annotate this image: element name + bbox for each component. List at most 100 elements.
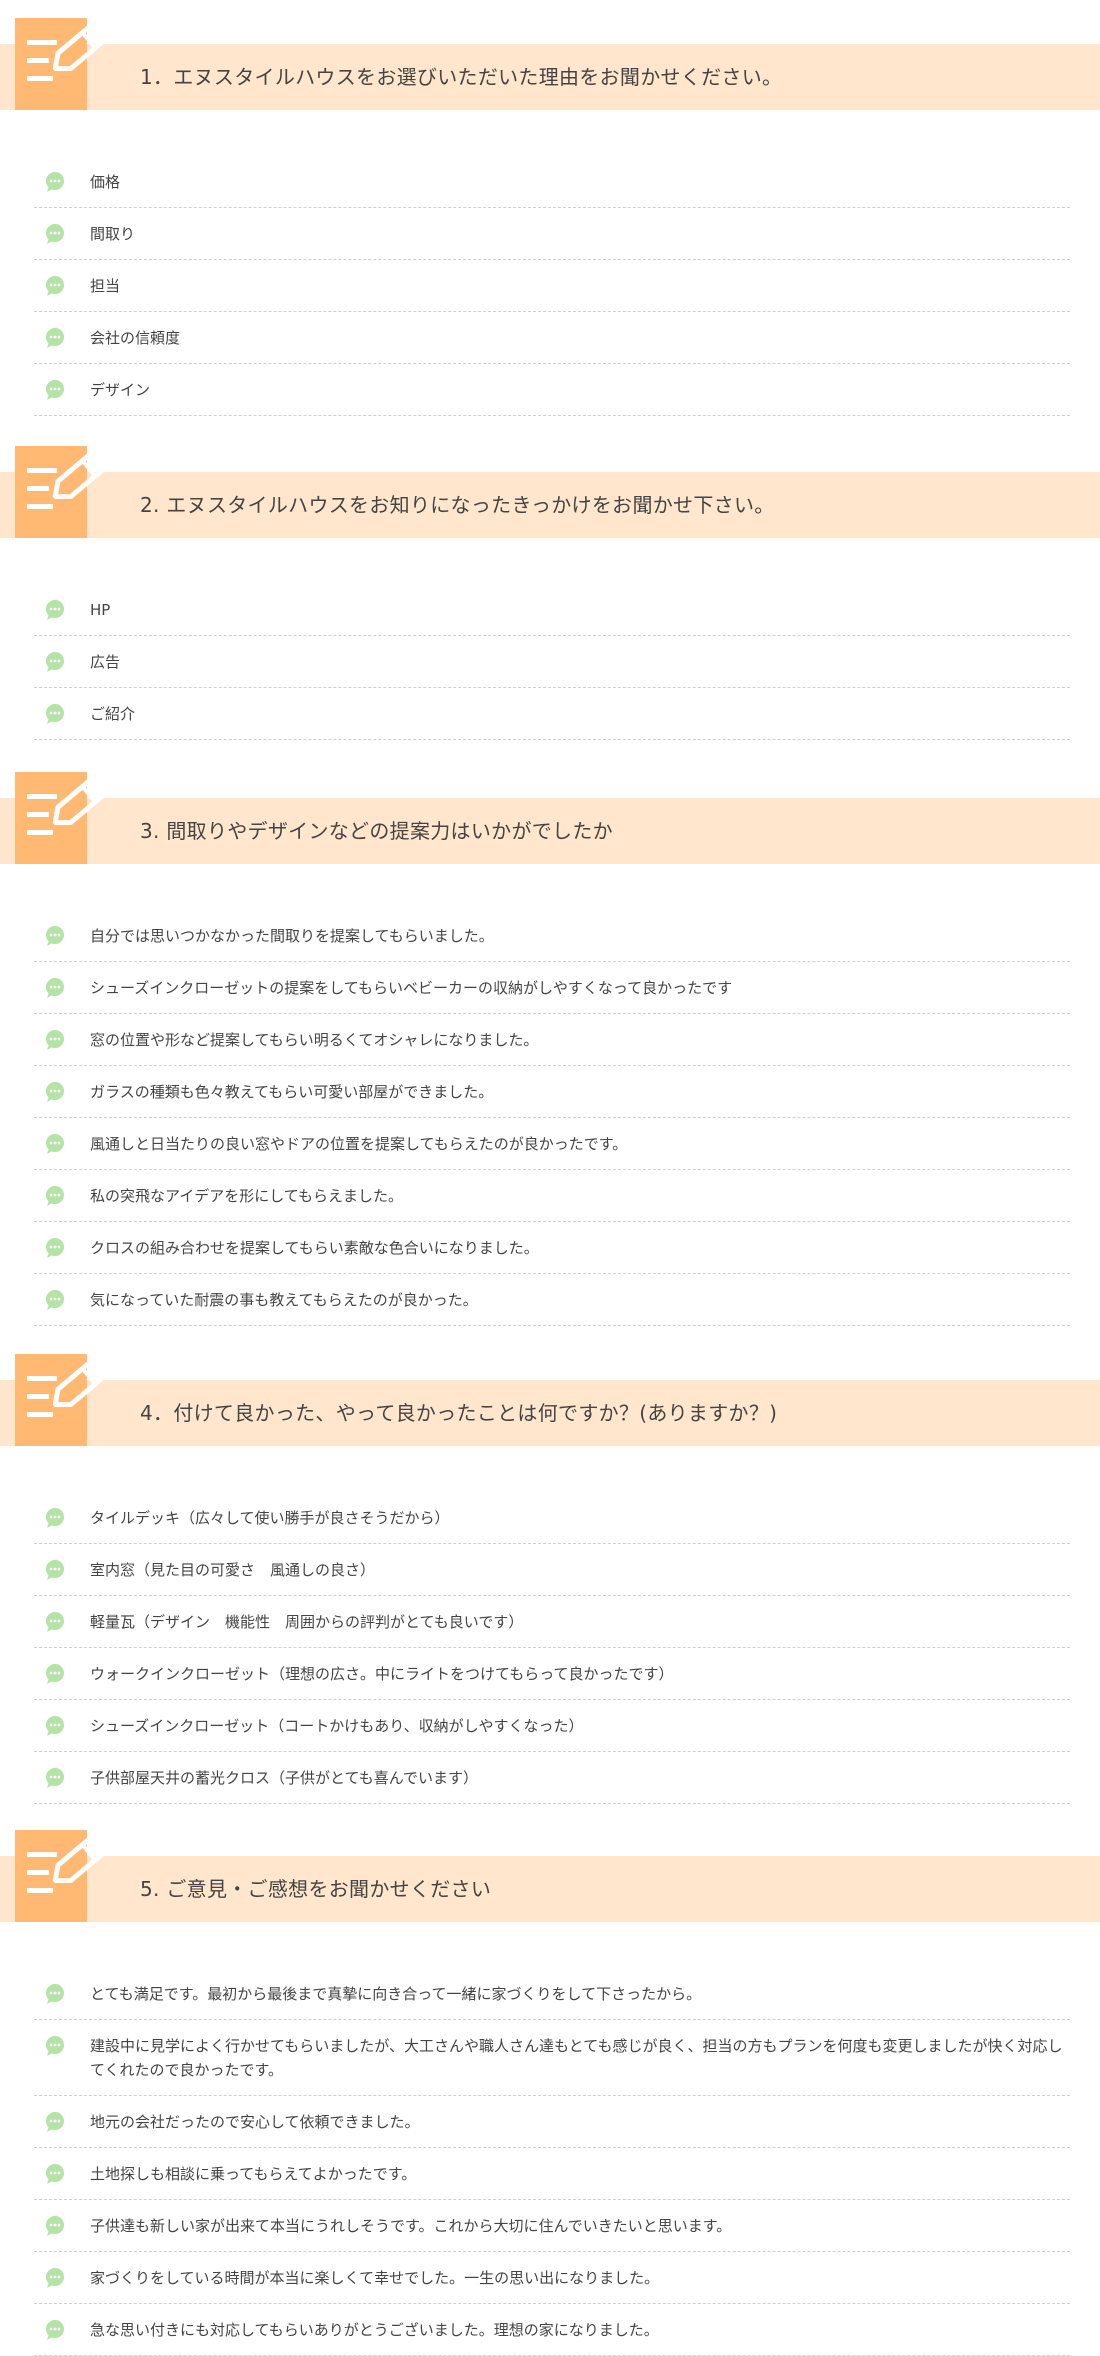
answer-text: ウォークインクローゼット（理想の広さ。中にライトをつけてもらって良かったです） xyxy=(90,1665,674,1683)
memo-pencil-icon xyxy=(15,18,108,110)
answer-item: 地元の会社だったので安心して依頼できました。 xyxy=(34,2096,1070,2148)
answer-item: 価格 xyxy=(34,156,1070,208)
speech-bubble-icon xyxy=(46,926,64,946)
speech-bubble-icon xyxy=(46,1560,64,1580)
speech-bubble-icon xyxy=(46,1984,64,2004)
speech-bubble-icon xyxy=(46,2320,64,2340)
speech-bubble-icon xyxy=(46,1186,64,1206)
speech-bubble-icon xyxy=(46,276,64,296)
answer-item: 子供部屋天井の蓄光クロス（子供がとても喜んでいます） xyxy=(34,1752,1070,1804)
answer-text: 風通しと日当たりの良い窓やドアの位置を提案してもらえたのが良かったです。 xyxy=(90,1135,628,1153)
speech-bubble-icon xyxy=(46,1082,64,1102)
speech-bubble-icon xyxy=(46,1290,64,1310)
answer-list: タイルデッキ（広々して使い勝手が良さそうだから） 室内窓（見た目の可愛さ 風通し… xyxy=(34,1492,1070,1804)
answer-list: 自分では思いつかなかった間取りを提案してもらいました。 シューズインクローゼット… xyxy=(34,910,1070,1326)
answer-list: とても満足です。最初から最後まで真摯に向き合って一緒に家づくりをして下さったから… xyxy=(34,1968,1070,2356)
answer-text: 間取り xyxy=(90,225,136,243)
memo-pencil-icon xyxy=(15,772,108,864)
answer-item: クロスの組み合わせを提案してもらい素敵な色合いになりました。 xyxy=(34,1222,1070,1274)
answer-item: 会社の信頼度 xyxy=(34,312,1070,364)
answer-item: ご紹介 xyxy=(34,688,1070,740)
answer-text: ご紹介 xyxy=(90,705,136,723)
answer-item: 担当 xyxy=(34,260,1070,312)
answer-item: 軽量瓦（デザイン 機能性 周囲からの評判がとても良いです） xyxy=(34,1596,1070,1648)
answer-item: 窓の位置や形など提案してもらい明るくてオシャレになりました。 xyxy=(34,1014,1070,1066)
question-header: 2. エヌスタイルハウスをお知りになったきっかけをお聞かせ下さい。 xyxy=(0,446,1100,542)
speech-bubble-icon xyxy=(46,1768,64,1788)
question-title: 1．エヌスタイルハウスをお選びいただいた理由をお聞かせください。 xyxy=(140,65,783,89)
speech-bubble-icon xyxy=(46,978,64,998)
speech-bubble-icon xyxy=(46,1664,64,1684)
answer-text: 私の突飛なアイデアを形にしてもらえました。 xyxy=(90,1187,404,1205)
answer-text: 地元の会社だったので安心して依頼できました。 xyxy=(90,2113,420,2131)
answer-item: 自分では思いつかなかった間取りを提案してもらいました。 xyxy=(34,910,1070,962)
answer-text: 軽量瓦（デザイン 機能性 周囲からの評判がとても良いです） xyxy=(90,1613,524,1631)
answer-item: とても満足です。最初から最後まで真摯に向き合って一緒に家づくりをして下さったから… xyxy=(34,1968,1070,2020)
question-header: 5. ご意見・ご感想をお聞かせください xyxy=(0,1830,1100,1926)
speech-bubble-icon xyxy=(46,652,64,672)
speech-bubble-icon xyxy=(46,2268,64,2288)
answer-text: タイルデッキ（広々して使い勝手が良さそうだから） xyxy=(90,1509,450,1527)
memo-pencil-icon xyxy=(15,1830,108,1922)
question-title: 5. ご意見・ご感想をお聞かせください xyxy=(140,1877,492,1901)
answer-text: デザイン xyxy=(90,381,151,399)
answer-item: 建設中に見学によく行かせてもらいましたが、大工さんや職人さん達もとても感じが良く… xyxy=(34,2020,1070,2096)
speech-bubble-icon xyxy=(46,2036,64,2056)
answer-text: 窓の位置や形など提案してもらい明るくてオシャレになりました。 xyxy=(90,1031,539,1049)
answer-item: 家づくりをしている時間が本当に楽しくて幸せでした。一生の思い出になりました。 xyxy=(34,2252,1070,2304)
question-header: 4．付けて良かった、やって良かったことは何ですか？(ありますか？) xyxy=(0,1354,1100,1450)
speech-bubble-icon xyxy=(46,172,64,192)
answer-item: 風通しと日当たりの良い窓やドアの位置を提案してもらえたのが良かったです。 xyxy=(34,1118,1070,1170)
answer-text: シューズインクローゼットの提案をしてもらいベビーカーの収納がしやすくなって良かっ… xyxy=(90,979,733,997)
answer-text: ガラスの種類も色々教えてもらい可愛い部屋ができました。 xyxy=(90,1083,494,1101)
answer-text: 自分では思いつかなかった間取りを提案してもらいました。 xyxy=(90,927,494,945)
speech-bubble-icon xyxy=(46,1716,64,1736)
answer-item: 広告 xyxy=(34,636,1070,688)
answer-item: 私の突飛なアイデアを形にしてもらえました。 xyxy=(34,1170,1070,1222)
answer-item: 土地探しも相談に乗ってもらえてよかったです。 xyxy=(34,2148,1070,2200)
answer-text: クロスの組み合わせを提案してもらい素敵な色合いになりました。 xyxy=(90,1239,539,1257)
speech-bubble-icon xyxy=(46,2112,64,2132)
answer-text: 家づくりをしている時間が本当に楽しくて幸せでした。一生の思い出になりました。 xyxy=(90,2269,660,2287)
survey-section: 2. エヌスタイルハウスをお知りになったきっかけをお聞かせ下さい。 HP 広告 xyxy=(0,446,1100,740)
answer-text: 担当 xyxy=(90,277,121,295)
speech-bubble-icon xyxy=(46,600,64,620)
question-header: 3. 間取りやデザインなどの提案力はいかがでしたか xyxy=(0,772,1100,868)
answer-item: シューズインクローゼットの提案をしてもらいベビーカーの収納がしやすくなって良かっ… xyxy=(34,962,1070,1014)
answer-text: 子供達も新しい家が出来て本当にうれしそうです。これから大切に住んでいきたいと思い… xyxy=(90,2217,732,2235)
speech-bubble-icon xyxy=(46,1238,64,1258)
speech-bubble-icon xyxy=(46,2216,64,2236)
question-title: 4．付けて良かった、やって良かったことは何ですか？(ありますか？) xyxy=(140,1401,778,1425)
answer-list: 価格 間取り 担当 会社の信頼度 デザイン xyxy=(34,156,1070,416)
speech-bubble-icon xyxy=(46,704,64,724)
answer-item: 間取り xyxy=(34,208,1070,260)
speech-bubble-icon xyxy=(46,1134,64,1154)
answer-item: 気になっていた耐震の事も教えてもらえたのが良かった。 xyxy=(34,1274,1070,1326)
speech-bubble-icon xyxy=(46,328,64,348)
answer-text: 子供部屋天井の蓄光クロス（子供がとても喜んでいます） xyxy=(90,1769,479,1787)
answer-item: HP xyxy=(34,584,1070,636)
speech-bubble-icon xyxy=(46,2164,64,2184)
answer-text: HP xyxy=(90,601,111,619)
answer-item: デザイン xyxy=(34,364,1070,416)
survey-section: 5. ご意見・ご感想をお聞かせください とても満足です。最初から最後まで真摯に向… xyxy=(0,1830,1100,2356)
answer-item: 急な思い付きにも対応してもらいありがとうございました。理想の家になりました。 xyxy=(34,2304,1070,2356)
answer-text: とても満足です。最初から最後まで真摯に向き合って一緒に家づくりをして下さったから… xyxy=(90,1985,702,2003)
answer-text: 広告 xyxy=(90,653,121,671)
question-title: 3. 間取りやデザインなどの提案力はいかがでしたか xyxy=(140,819,613,843)
speech-bubble-icon xyxy=(46,1508,64,1528)
speech-bubble-icon xyxy=(46,380,64,400)
answer-text: シューズインクローゼット（コートかけもあり、収納がしやすくなった） xyxy=(90,1717,584,1735)
answer-item: ガラスの種類も色々教えてもらい可愛い部屋ができました。 xyxy=(34,1066,1070,1118)
answer-item: ウォークインクローゼット（理想の広さ。中にライトをつけてもらって良かったです） xyxy=(34,1648,1070,1700)
answer-list: HP 広告 ご紹介 xyxy=(34,584,1070,740)
answer-item: タイルデッキ（広々して使い勝手が良さそうだから） xyxy=(34,1492,1070,1544)
answer-text: 室内窓（見た目の可愛さ 風通しの良さ） xyxy=(90,1561,376,1579)
survey-section: 3. 間取りやデザインなどの提案力はいかがでしたか 自分では思いつかなかった間取… xyxy=(0,772,1100,1326)
answer-item: 子供達も新しい家が出来て本当にうれしそうです。これから大切に住んでいきたいと思い… xyxy=(34,2200,1070,2252)
speech-bubble-icon xyxy=(46,1030,64,1050)
answer-text: 気になっていた耐震の事も教えてもらえたのが良かった。 xyxy=(90,1291,478,1309)
answer-item: シューズインクローゼット（コートかけもあり、収納がしやすくなった） xyxy=(34,1700,1070,1752)
speech-bubble-icon xyxy=(46,1612,64,1632)
answer-text: 急な思い付きにも対応してもらいありがとうございました。理想の家になりました。 xyxy=(90,2321,659,2339)
